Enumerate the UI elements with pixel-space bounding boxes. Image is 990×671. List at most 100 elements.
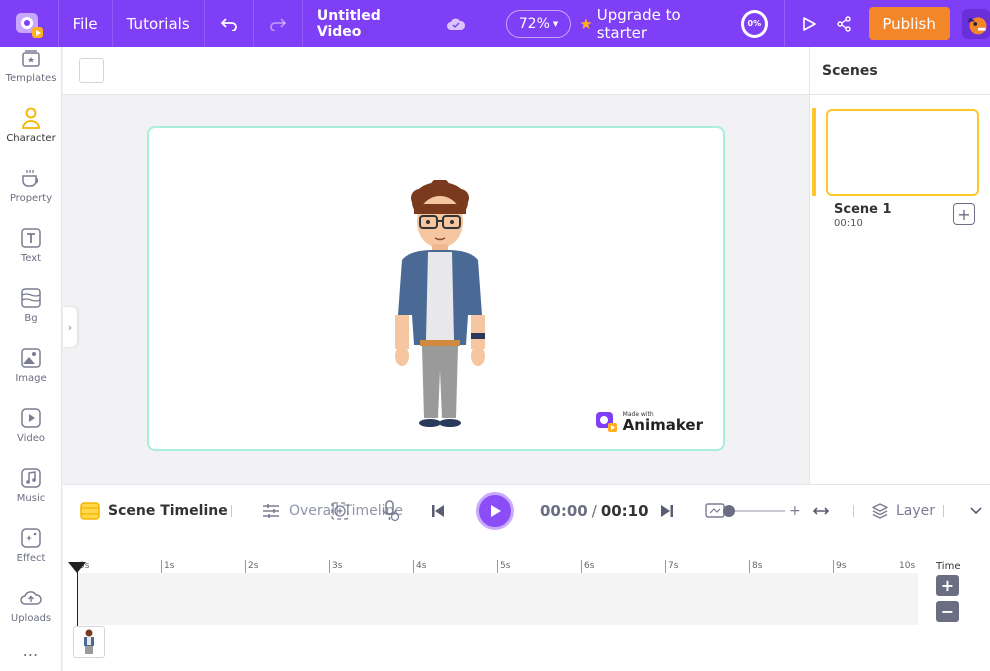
upgrade-link[interactable]: ★ Upgrade to starter <box>579 6 727 42</box>
scene-name[interactable]: Scene 1 <box>834 202 892 217</box>
current-time: 00:00 <box>540 502 588 520</box>
playhead-handle[interactable] <box>68 562 86 573</box>
ruler-tick: 5s <box>497 560 510 573</box>
scene-duration: 00:10 <box>834 218 863 229</box>
collapse-timeline-chevron-icon[interactable] <box>970 485 982 537</box>
sidebar-item-effect[interactable]: Effect <box>0 527 62 564</box>
fit-width-icon[interactable] <box>813 485 829 537</box>
sidebar-item-music[interactable]: Music <box>0 467 62 504</box>
time-separator: / <box>591 502 597 520</box>
scenes-panel: Scenes Scene 1 00:10 + <box>809 47 990 484</box>
zoom-dropdown[interactable]: 72% ▼ <box>505 9 572 38</box>
effect-icon <box>20 527 42 549</box>
scene-thumbnail[interactable] <box>826 109 979 196</box>
character-icon <box>20 107 42 129</box>
chevron-down-icon: ▼ <box>552 19 559 28</box>
tutorials-menu[interactable]: Tutorials <box>113 0 205 47</box>
divider <box>853 505 854 517</box>
time-zoom-out-button[interactable]: − <box>936 601 959 622</box>
property-icon <box>20 167 42 189</box>
star-icon: ★ <box>579 14 593 33</box>
slider-thumb[interactable] <box>723 505 735 517</box>
scene-timeline-label: Scene Timeline <box>108 503 228 519</box>
top-bar: File Tutorials Untitled Video 72% ▼ ★ Up… <box>0 0 990 47</box>
scene-active-marker <box>812 108 816 196</box>
time-zoom-in-button[interactable]: + <box>936 575 959 596</box>
play-button[interactable] <box>476 485 514 537</box>
ruler-tick: 9s <box>833 560 846 573</box>
add-scene-button[interactable]: + <box>953 203 975 225</box>
overall-timeline-icon <box>263 504 279 518</box>
ruler-tick: 6s <box>581 560 594 573</box>
select-all-checkbox[interactable] <box>79 58 104 83</box>
character-track[interactable] <box>77 573 918 625</box>
ruler-tick: 7s <box>665 560 678 573</box>
animaker-logo[interactable] <box>0 0 59 47</box>
sidebar-item-label: Character <box>6 133 56 144</box>
zoom-slider[interactable]: + <box>705 485 801 537</box>
layer-button[interactable]: Layer <box>872 485 935 537</box>
sidebar-item-label: Templates <box>5 73 57 84</box>
sidebar-item-image[interactable]: Image <box>0 347 62 384</box>
scenes-header: Scenes <box>810 47 990 95</box>
file-menu[interactable]: File <box>59 0 113 47</box>
redo-icon[interactable] <box>254 0 303 47</box>
progress-indicator[interactable]: 0% <box>740 9 768 38</box>
publish-button[interactable]: Publish <box>868 7 950 40</box>
time-ruler: 0s 1s 2s 3s 4s 5s 6s 7s 8s 9s 10s <box>77 560 920 573</box>
zoom-value: 72% <box>518 15 550 32</box>
slider-track[interactable] <box>723 505 785 517</box>
sidebar-item-character[interactable]: Character <box>0 107 62 144</box>
bg-icon <box>20 287 42 309</box>
sidebar-item-label: Image <box>15 373 47 384</box>
sidebar-item-label: Bg <box>24 313 38 324</box>
canvas-toolbar <box>63 47 809 95</box>
sidebar-item-label: Text <box>20 253 42 264</box>
sidebar-item-label: Property <box>9 193 53 204</box>
add-marker-icon[interactable] <box>331 485 349 537</box>
sidebar-item-video[interactable]: Video <box>0 407 62 444</box>
music-icon <box>20 467 42 489</box>
preview-play-icon[interactable] <box>789 0 831 47</box>
video-icon <box>20 407 42 429</box>
sidebar-item-label: Uploads <box>10 613 52 624</box>
text-icon <box>20 227 42 249</box>
character-figure[interactable] <box>380 180 500 430</box>
ruler-tick: 4s <box>413 560 426 573</box>
skip-back-icon[interactable] <box>430 485 446 537</box>
zoom-in-icon[interactable]: + <box>789 503 801 519</box>
voice-record-icon[interactable] <box>381 485 399 537</box>
ruler-tick: 10s <box>899 561 916 571</box>
character-thumbnail-icon <box>84 629 94 654</box>
time-zoom-label: Time <box>936 561 961 572</box>
more-icon[interactable]: ⋯ <box>0 645 62 664</box>
video-stage[interactable]: Made with Animaker <box>147 126 725 451</box>
ruler-tick: 8s <box>749 560 762 573</box>
undo-icon[interactable] <box>205 0 254 47</box>
templates-icon <box>20 47 42 69</box>
upgrade-label: Upgrade to starter <box>596 5 681 42</box>
sidebar-item-text[interactable]: Text <box>0 227 62 264</box>
cloud-saved-icon <box>446 17 466 31</box>
scene-timeline-icon <box>80 502 100 520</box>
timeline-controls: Scene Timeline Overall Timeline 00:00 / … <box>63 484 990 537</box>
layers-icon <box>872 503 888 519</box>
user-avatar[interactable] <box>961 8 990 39</box>
left-sidebar: Templates Character Property Text Bg Ima… <box>0 47 62 671</box>
sidebar-item-templates[interactable]: Templates <box>0 47 62 84</box>
skip-forward-icon[interactable] <box>659 485 675 537</box>
project-title[interactable]: Untitled Video <box>303 0 434 47</box>
expand-panel-chevron-icon[interactable]: › <box>63 307 77 347</box>
scene-timeline-tab[interactable]: Scene Timeline <box>80 485 228 537</box>
sidebar-item-uploads[interactable]: Uploads <box>0 587 62 624</box>
zoom-out-icon <box>705 503 725 518</box>
sidebar-item-property[interactable]: Property <box>0 167 62 204</box>
watermark-brand-text: Animaker <box>622 415 703 434</box>
share-icon[interactable] <box>830 0 858 47</box>
sidebar-item-label: Music <box>16 493 46 504</box>
character-track-thumbnail[interactable] <box>73 626 105 658</box>
animaker-watermark: Made with Animaker <box>595 411 703 433</box>
sidebar-item-bg[interactable]: Bg <box>0 287 62 324</box>
layer-label: Layer <box>896 503 936 519</box>
animaker-logo-icon <box>595 412 617 432</box>
